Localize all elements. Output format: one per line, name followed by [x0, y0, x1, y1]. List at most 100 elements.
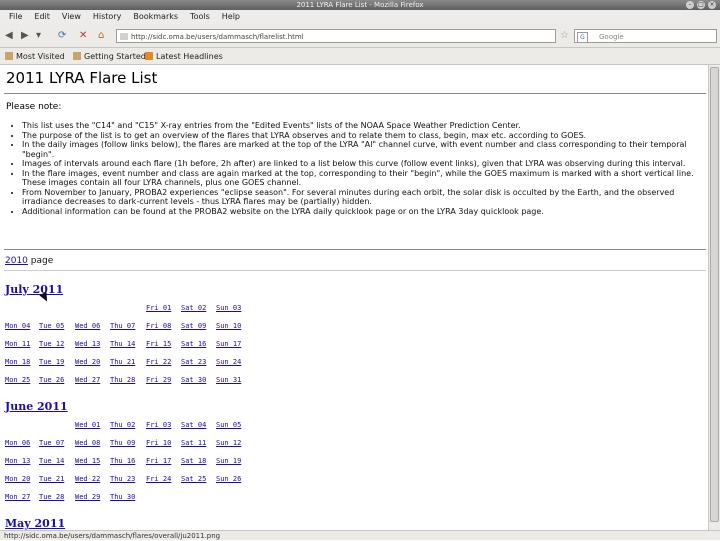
- day-link[interactable]: Fri 08: [146, 322, 180, 330]
- reload-icon[interactable]: ⟳: [58, 28, 66, 43]
- maximize-icon[interactable]: □: [697, 1, 705, 9]
- note-item: In the daily images (follow links below)…: [22, 140, 708, 159]
- day-link[interactable]: Sat 02: [181, 304, 215, 312]
- divider: [4, 93, 706, 94]
- bookmark-star-icon[interactable]: ☆: [560, 28, 569, 43]
- day-link[interactable]: Thu 28: [110, 376, 144, 384]
- bookmarks-toolbar: Most Visited Getting Started Latest Head…: [0, 48, 720, 65]
- bookmark-most-visited[interactable]: Most Visited: [5, 48, 65, 65]
- day-link[interactable]: Tue 14: [39, 457, 73, 465]
- day-link[interactable]: Thu 16: [110, 457, 144, 465]
- day-link[interactable]: Tue 07: [39, 439, 73, 447]
- menu-view[interactable]: View: [56, 10, 87, 24]
- day-link[interactable]: Sun 12: [216, 439, 250, 447]
- note-item: From November to January, PROBA2 experie…: [22, 188, 708, 207]
- day-link[interactable]: Wed 22: [75, 475, 109, 483]
- day-link[interactable]: Tue 19: [39, 358, 73, 366]
- day-link[interactable]: Wed 01: [75, 421, 109, 429]
- close-icon[interactable]: ×: [708, 1, 716, 9]
- day-link[interactable]: Mon 06: [5, 439, 39, 447]
- day-link[interactable]: Tue 26: [39, 376, 73, 384]
- day-link[interactable]: Mon 04: [5, 322, 39, 330]
- day-link[interactable]: Wed 20: [75, 358, 109, 366]
- day-link[interactable]: Thu 21: [110, 358, 144, 366]
- day-link[interactable]: Sun 26: [216, 475, 250, 483]
- bookmark-latest-headlines[interactable]: Latest Headlines: [145, 48, 223, 65]
- day-link[interactable]: Sun 10: [216, 322, 250, 330]
- day-link[interactable]: Sat 25: [181, 475, 215, 483]
- note-item: Images of intervals around each flare (1…: [22, 159, 708, 169]
- day-link[interactable]: Sun 31: [216, 376, 250, 384]
- day-link[interactable]: Sat 11: [181, 439, 215, 447]
- day-link[interactable]: Sun 03: [216, 304, 250, 312]
- url-bar[interactable]: http://sidc.oma.be/users/dammasch/flarel…: [116, 29, 556, 43]
- window-title: 2011 LYRA Flare List - Mozilla Firefox: [296, 1, 424, 9]
- menu-file[interactable]: File: [3, 10, 28, 24]
- day-link[interactable]: Fri 15: [146, 340, 180, 348]
- day-link[interactable]: Sat 09: [181, 322, 215, 330]
- day-link[interactable]: Mon 25: [5, 376, 39, 384]
- day-link[interactable]: Wed 08: [75, 439, 109, 447]
- menu-tools[interactable]: Tools: [184, 10, 216, 24]
- dropdown-icon[interactable]: ▾: [36, 28, 41, 43]
- menu-bookmarks[interactable]: Bookmarks: [127, 10, 184, 24]
- stop-icon[interactable]: ✕: [79, 28, 87, 43]
- divider: [4, 270, 706, 271]
- day-link[interactable]: Tue 05: [39, 322, 73, 330]
- day-link[interactable]: Thu 02: [110, 421, 144, 429]
- day-link[interactable]: Thu 23: [110, 475, 144, 483]
- day-link[interactable]: Wed 06: [75, 322, 109, 330]
- day-link[interactable]: Fri 03: [146, 421, 180, 429]
- day-link[interactable]: Sat 30: [181, 376, 215, 384]
- back-icon[interactable]: ◀: [5, 28, 13, 43]
- menu-edit[interactable]: Edit: [28, 10, 56, 24]
- day-link[interactable]: Sat 04: [181, 421, 215, 429]
- forward-icon[interactable]: ▶: [21, 28, 29, 43]
- menu-help[interactable]: Help: [216, 10, 246, 24]
- scrollbar-thumb[interactable]: [710, 67, 719, 522]
- day-link[interactable]: Wed 29: [75, 493, 109, 501]
- year-link-2010[interactable]: 2010: [5, 256, 28, 266]
- search-engine-icon[interactable]: G: [577, 32, 588, 43]
- month-title[interactable]: May 2011: [5, 517, 65, 530]
- day-link[interactable]: Mon 18: [5, 358, 39, 366]
- note-title: Please note:: [6, 102, 62, 112]
- day-link[interactable]: Fri 17: [146, 457, 180, 465]
- day-link[interactable]: Tue 28: [39, 493, 73, 501]
- day-link[interactable]: Fri 01: [146, 304, 180, 312]
- day-link[interactable]: Sun 17: [216, 340, 250, 348]
- day-link[interactable]: Thu 30: [110, 493, 144, 501]
- bookmark-getting-started[interactable]: Getting Started: [73, 48, 146, 65]
- minimize-icon[interactable]: –: [686, 1, 694, 9]
- day-link[interactable]: Sat 18: [181, 457, 215, 465]
- home-icon[interactable]: ⌂: [98, 28, 104, 43]
- day-link[interactable]: Fri 24: [146, 475, 180, 483]
- vertical-scrollbar[interactable]: [708, 65, 720, 530]
- month-title[interactable]: June 2011: [5, 400, 68, 413]
- month-title[interactable]: July 2011: [5, 283, 63, 296]
- day-link[interactable]: Fri 22: [146, 358, 180, 366]
- day-link[interactable]: Fri 10: [146, 439, 180, 447]
- day-link[interactable]: Mon 13: [5, 457, 39, 465]
- day-link[interactable]: Sun 24: [216, 358, 250, 366]
- window-titlebar: 2011 LYRA Flare List - Mozilla Firefox –…: [0, 0, 720, 10]
- day-link[interactable]: Thu 14: [110, 340, 144, 348]
- day-link[interactable]: Mon 27: [5, 493, 39, 501]
- day-link[interactable]: Sun 19: [216, 457, 250, 465]
- day-link[interactable]: Sat 16: [181, 340, 215, 348]
- day-link[interactable]: Wed 27: [75, 376, 109, 384]
- day-link[interactable]: Thu 09: [110, 439, 144, 447]
- menu-history[interactable]: History: [87, 10, 127, 24]
- day-link[interactable]: Tue 12: [39, 340, 73, 348]
- day-link[interactable]: Fri 29: [146, 376, 180, 384]
- day-link[interactable]: Sun 05: [216, 421, 250, 429]
- notes-list: This list uses the "C14" and "C15" X-ray…: [8, 121, 708, 216]
- day-link[interactable]: Mon 20: [5, 475, 39, 483]
- day-link[interactable]: Thu 07: [110, 322, 144, 330]
- day-link[interactable]: Mon 11: [5, 340, 39, 348]
- search-input[interactable]: G Google: [574, 29, 717, 43]
- day-link[interactable]: Wed 15: [75, 457, 109, 465]
- day-link[interactable]: Tue 21: [39, 475, 73, 483]
- day-link[interactable]: Sat 23: [181, 358, 215, 366]
- day-link[interactable]: Wed 13: [75, 340, 109, 348]
